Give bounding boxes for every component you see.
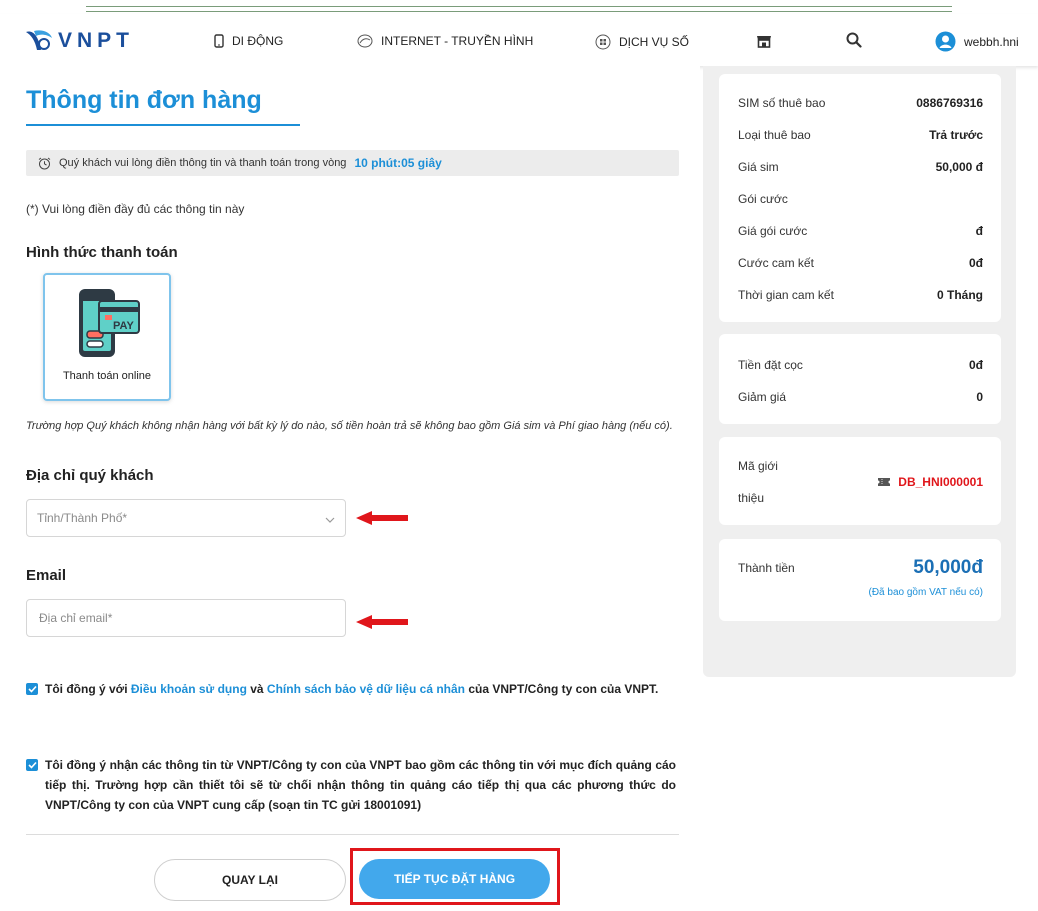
detail-value: 50,000 đ (935, 160, 983, 174)
privacy-policy-link[interactable]: Chính sách bảo vệ dữ liệu cá nhân (267, 682, 465, 696)
nav-mobile[interactable]: DI ĐỘNG (214, 34, 283, 48)
referral-code-value: DB_HNI000001 (898, 475, 983, 489)
consent-terms: Tôi đồng ý với Điều khoản sử dụng và Chí… (26, 679, 676, 699)
page-title: Thông tin đơn hàng (26, 86, 262, 114)
countdown-value: 10 phút:05 giây (354, 156, 442, 170)
deposit-label: Tiền đặt cọc (738, 358, 803, 372)
phone-icon (214, 34, 224, 48)
total-value: 50,000đ (913, 557, 983, 578)
detail-value: đ (975, 224, 983, 238)
title-underline (26, 124, 300, 126)
detail-label: Cước cam kết (738, 256, 814, 270)
user-avatar-icon (935, 31, 956, 52)
digital-services-icon (595, 34, 611, 50)
email-heading: Email (26, 567, 67, 584)
countdown-bar: Quý khách vui lòng điền thông tin và tha… (26, 150, 679, 176)
red-arrow-icon (356, 511, 408, 525)
vnpt-logo[interactable]: VNPT (24, 28, 134, 54)
terms-of-use-link[interactable]: Điều khoản sử dụng (131, 682, 247, 696)
payment-method-heading: Hình thức thanh toán (26, 244, 178, 261)
detail-value: Trả trước (929, 128, 983, 142)
total-vat-note: (Đã bao gồm VAT nếu có) (868, 587, 983, 598)
back-button[interactable]: QUAY LẠI (154, 859, 346, 901)
referral-label-line1: Mã giới (738, 459, 778, 473)
referral-code: DB_HNI000001 (878, 475, 983, 489)
nav-mobile-label: DI ĐỘNG (232, 34, 284, 48)
consent-marketing-checkbox[interactable] (26, 759, 38, 771)
order-details-card: SIM số thuê bao 0886769316 Loại thuê bao… (719, 74, 1001, 322)
alarm-clock-icon (38, 157, 51, 170)
red-arrow-icon (356, 615, 408, 629)
continue-order-button[interactable]: TIẾP TỤC ĐẶT HÀNG (359, 859, 550, 899)
store-icon (756, 33, 772, 49)
consent-marketing: Tôi đồng ý nhận các thông tin từ VNPT/Cô… (26, 755, 676, 815)
nav-internet[interactable]: INTERNET - TRUYỀN HÌNH (357, 34, 533, 48)
address-heading: Địa chỉ quý khách (26, 467, 154, 484)
province-select[interactable]: Tỉnh/Thành Phố* (26, 499, 346, 537)
discount-value: 0 (976, 390, 983, 404)
referral-label-line2: thiệu (738, 491, 765, 505)
site-header: VNPT DI ĐỘNG INTERNET - TRUYỀN HÌNH DỊCH… (0, 14, 1038, 66)
nav-internet-label: INTERNET - TRUYỀN HÌNH (381, 34, 534, 48)
email-input[interactable] (26, 599, 346, 637)
logo-text: VNPT (58, 29, 135, 52)
total-label: Thành tiền (738, 561, 795, 575)
payment-option-online[interactable]: PAY Thanh toán online (43, 273, 171, 401)
deposit-value: 0đ (968, 358, 983, 372)
chevron-down-icon (325, 513, 335, 527)
ticket-icon (878, 478, 891, 486)
countdown-text: Quý khách vui lòng điền thông tin và tha… (59, 157, 347, 169)
form-divider (26, 834, 679, 835)
mobile-pay-icon: PAY (79, 289, 140, 357)
consent-terms-mid: và (246, 682, 267, 696)
detail-label: Gói cước (738, 192, 788, 206)
detail-label: SIM số thuê bao (738, 96, 826, 110)
consent-terms-suffix: của VNPT/Công ty con của VNPT. (465, 682, 659, 696)
detail-label: Loại thuê bao (738, 128, 811, 142)
vnpt-logo-icon (26, 30, 52, 50)
store-button[interactable] (756, 33, 780, 49)
detail-label: Giá sim (738, 160, 779, 174)
nav-digital-label: DỊCH VỤ SỐ (619, 35, 690, 49)
search-button[interactable] (846, 32, 870, 48)
consent-terms-prefix: Tôi đồng ý với (45, 682, 131, 696)
discount-label: Giảm giá (738, 390, 787, 404)
user-account[interactable]: webbh.hni (935, 31, 1019, 52)
detail-label: Thời gian cam kết (738, 288, 834, 302)
required-fields-note: (*) Vui lòng điền đầy đủ các thông tin n… (26, 202, 245, 216)
username: webbh.hni (964, 34, 1019, 49)
detail-label: Giá gói cước (738, 224, 808, 238)
checkmark-icon (27, 761, 37, 769)
consent-terms-checkbox[interactable] (26, 683, 38, 695)
refund-note: Trường hợp Quý khách không nhận hàng với… (26, 420, 673, 432)
province-select-placeholder: Tỉnh/Thành Phố* (37, 511, 128, 525)
search-icon (846, 32, 862, 48)
consent-marketing-text: Tôi đồng ý nhận các thông tin từ VNPT/Cô… (45, 758, 676, 812)
deposit-card: Tiền đặt cọc 0đ Giảm giá 0 (719, 334, 1001, 424)
detail-value: 0 Tháng (936, 288, 983, 302)
globe-icon (357, 34, 373, 48)
detail-value: 0886769316 (916, 96, 983, 110)
top-decorative-line (86, 6, 952, 12)
detail-value: 0đ (968, 256, 983, 270)
referral-card: Mã giới thiệu DB_HNI000001 (719, 437, 1001, 525)
svg-text:PAY: PAY (113, 320, 134, 332)
total-card: Thành tiền 50,000đ (Đã bao gồm VAT nếu c… (719, 539, 1001, 621)
nav-digital[interactable]: DỊCH VỤ SỐ (595, 34, 689, 50)
payment-option-label: Thanh toán online (62, 370, 152, 382)
checkmark-icon (27, 685, 37, 693)
